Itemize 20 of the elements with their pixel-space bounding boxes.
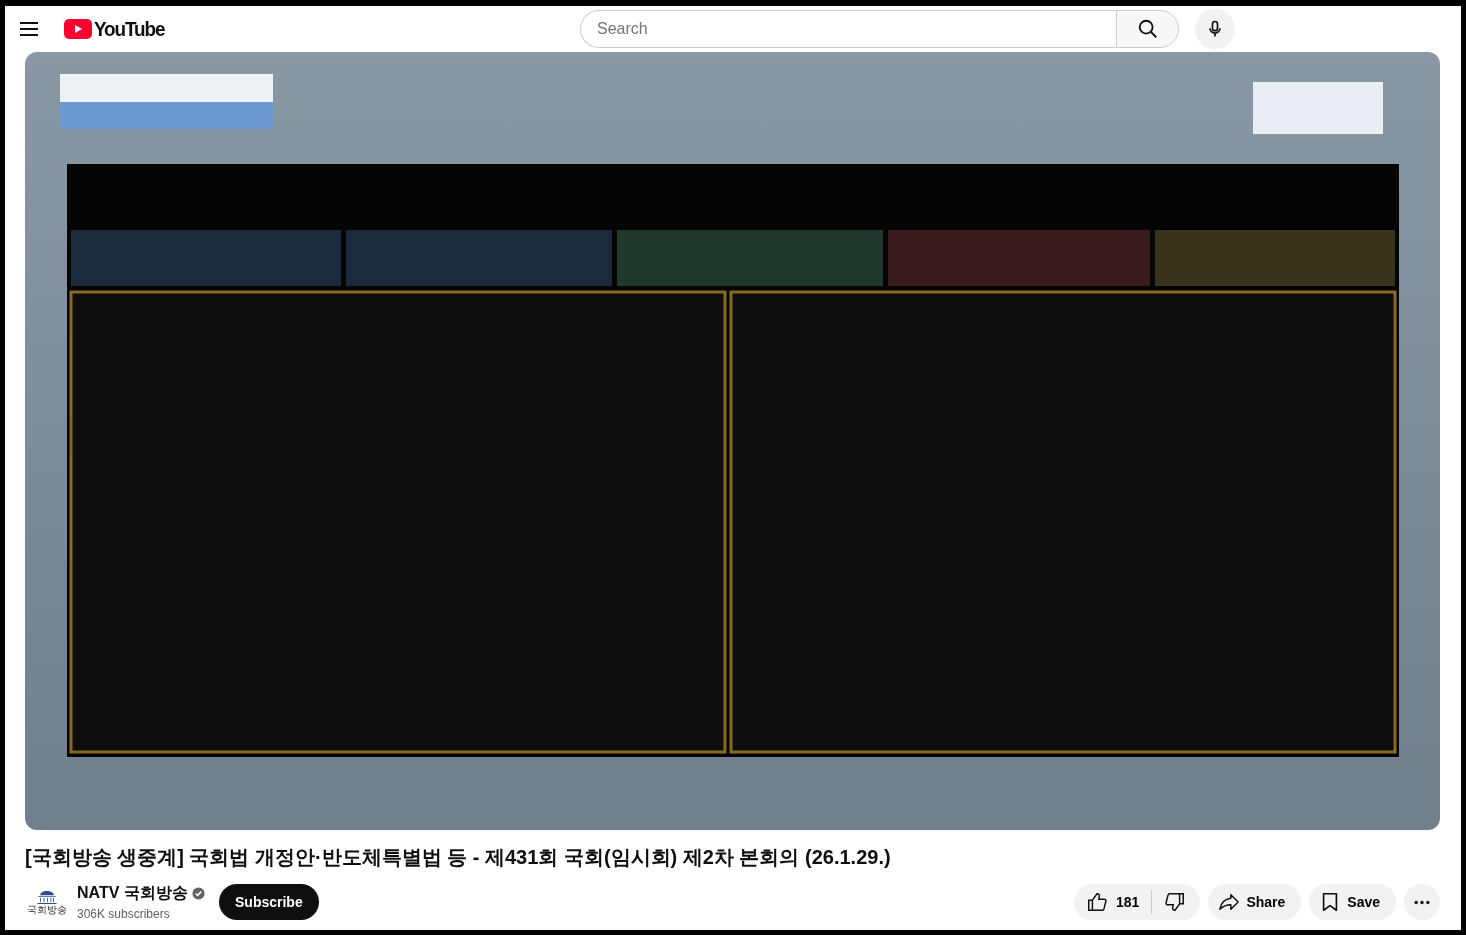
channel-avatar[interactable]: 국회방송	[25, 882, 69, 922]
menu-icon[interactable]	[20, 22, 38, 36]
play-icon	[64, 19, 92, 39]
more-icon	[1413, 899, 1431, 905]
subscriber-count: 306K subscribers	[77, 907, 171, 921]
subscribe-button[interactable]: Subscribe	[219, 884, 319, 920]
video-title: [국회방송 생중계] 국회법 개정안·반도체특별법 등 - 제431회 국회(임시회) 제2차 본회의 (26.1.29.)	[25, 845, 892, 870]
share-arrow-icon	[1218, 891, 1241, 913]
thumbs-down-icon	[1164, 891, 1187, 913]
more-button[interactable]	[1404, 884, 1440, 920]
thumbs-up-icon	[1086, 891, 1108, 913]
building-icon	[34, 889, 60, 904]
search-field[interactable]: Search	[580, 10, 1116, 48]
share-button[interactable]: Share	[1208, 884, 1302, 920]
save-button[interactable]: Save	[1309, 884, 1396, 920]
channel-name[interactable]: NATV 국회방송	[77, 883, 188, 904]
youtube-logo[interactable]: YouTube	[64, 17, 173, 41]
microphone-button[interactable]	[1195, 9, 1235, 49]
search-button[interactable]	[1116, 10, 1179, 48]
search-icon	[1136, 18, 1159, 40]
